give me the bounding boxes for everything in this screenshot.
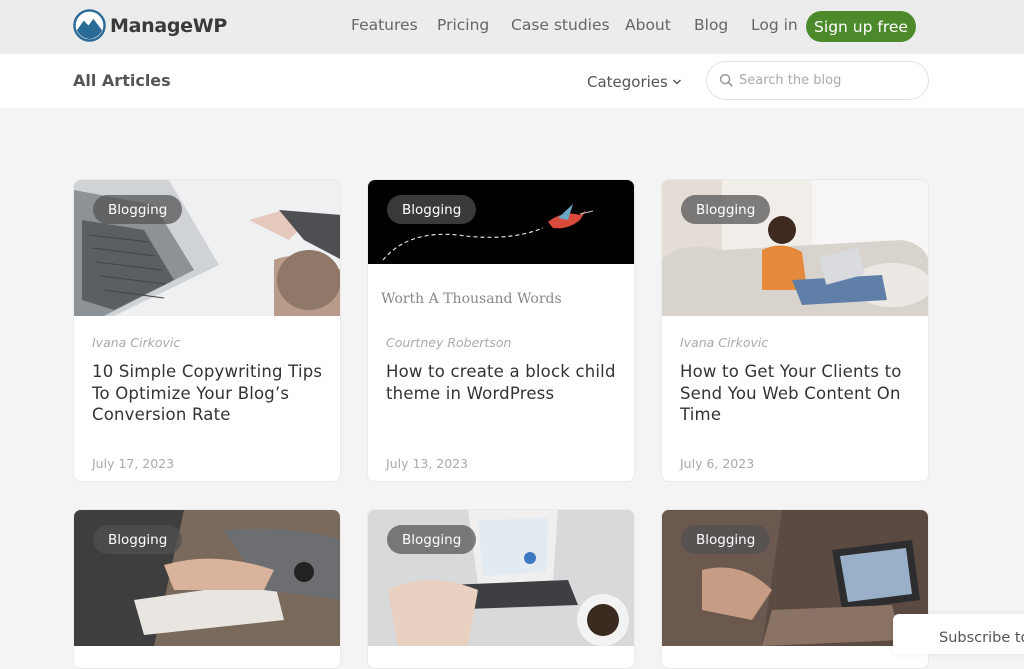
article-title[interactable]: 10 Simple Copywriting Tips To Optimize Y… <box>92 361 328 426</box>
category-badge[interactable]: Blogging <box>387 195 477 224</box>
article-author: Courtney Robertson <box>386 335 512 350</box>
category-badge[interactable]: Blogging <box>93 525 183 554</box>
category-badge[interactable]: Blogging <box>681 195 771 224</box>
categories-label: Categories <box>587 73 668 91</box>
article-date: July 13, 2023 <box>386 456 469 471</box>
nav-about-link[interactable]: About <box>625 16 671 34</box>
article-date: July 17, 2023 <box>92 456 175 471</box>
brand-logo[interactable]: ManageWP <box>73 9 227 42</box>
managewp-logo-icon <box>73 9 106 42</box>
article-date: July 6, 2023 <box>680 456 755 471</box>
categories-dropdown[interactable]: Categories <box>587 73 682 91</box>
article-card[interactable]: Blogging Ivana Cirkovic How to Get Your … <box>661 179 929 482</box>
subscribe-widget[interactable]: Subscribe to <box>893 614 1024 654</box>
nav-login-link[interactable]: Log in <box>751 16 798 34</box>
article-author: Ivana Cirkovic <box>680 335 769 350</box>
category-badge[interactable]: Blogging <box>681 525 771 554</box>
category-badge[interactable]: Blogging <box>387 525 477 554</box>
page-title: All Articles <box>73 71 171 90</box>
nav-pricing-link[interactable]: Pricing <box>437 16 489 34</box>
chevron-down-icon <box>672 79 681 85</box>
article-card[interactable]: Worth A Thousand Words Blogging Courtney… <box>367 179 635 482</box>
top-navigation-bar: ManageWP Features Pricing Case studies A… <box>0 0 1024 54</box>
article-card[interactable]: Blogging <box>367 509 635 669</box>
article-card[interactable]: Blogging <box>73 509 341 669</box>
nav-blog-link[interactable]: Blog <box>694 16 728 34</box>
article-title[interactable]: How to Get Your Clients to Send You Web … <box>680 361 916 426</box>
article-card[interactable]: Blogging Ivana Cirkovic 10 Simple Copywr… <box>73 179 341 482</box>
nav-case-studies-link[interactable]: Case studies <box>511 16 610 34</box>
image-caption: Worth A Thousand Words <box>381 291 562 307</box>
nav-features-link[interactable]: Features <box>351 16 418 34</box>
article-title[interactable]: How to create a block child theme in Wor… <box>386 361 622 404</box>
search-box <box>706 61 929 100</box>
article-card[interactable]: Blogging <box>661 509 929 669</box>
category-badge[interactable]: Blogging <box>93 195 183 224</box>
article-author: Ivana Cirkovic <box>92 335 181 350</box>
subscribe-label: Subscribe to <box>939 630 1024 646</box>
signup-button[interactable]: Sign up free <box>806 11 916 42</box>
search-input[interactable] <box>739 73 919 88</box>
brand-name: ManageWP <box>110 14 228 37</box>
search-icon <box>719 73 733 87</box>
